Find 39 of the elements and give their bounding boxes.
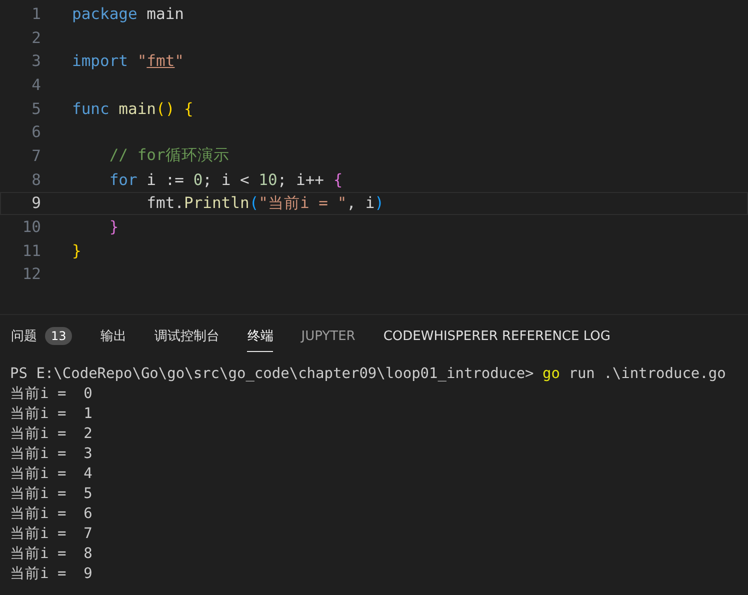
code-line: } [72, 242, 82, 260]
code-line: // for循环演示 [108, 145, 230, 166]
line-number: 5 [30, 100, 41, 118]
line-number: 12 [21, 265, 41, 284]
panel-tab[interactable]: 问题 13 [11, 323, 72, 352]
terminal-output-line: 当前i = 2 [10, 425, 94, 444]
line-number: 8 [30, 170, 41, 189]
terminal-output-line: 当前i = 5 [10, 485, 94, 504]
count-badge: 13 [45, 327, 72, 345]
line-number: 3 [30, 52, 41, 70]
code-line: import "fmt" [72, 52, 184, 70]
code-line: fmt.Println("当前i = ", i) [146, 192, 384, 214]
panel-tab[interactable]: 输出 [100, 323, 126, 352]
line-number: 4 [30, 76, 41, 94]
panel-tab[interactable]: JUPYTER [301, 323, 356, 352]
line-number: 10 [21, 218, 41, 236]
line-number: 6 [30, 123, 41, 142]
panel-tab[interactable]: 调试控制台 [154, 323, 220, 352]
code-line: for i := 0; i < 10; i++ { [108, 170, 343, 189]
terminal-output-line: 当前i = 6 [10, 505, 94, 524]
code-line: } [108, 218, 119, 236]
line-number: 9 [30, 194, 41, 212]
panel-tab[interactable]: CODEWHISPERER REFERENCE LOG [383, 323, 610, 352]
code-line: func main() { [72, 100, 194, 118]
terminal-output-line: 当前i = 1 [10, 405, 94, 424]
panel-tab[interactable]: 终端 [247, 323, 274, 352]
terminal-output-line: 当前i = 3 [10, 445, 94, 464]
code-line: package main [72, 4, 184, 23]
terminal-output-line: 当前i = 4 [10, 465, 94, 484]
terminal-output-line: 当前i = 8 [10, 545, 94, 564]
line-number: 11 [21, 242, 41, 260]
terminal-output-line: 当前i = 7 [10, 525, 94, 544]
terminal-command-line: PS E:\CodeRepo\Go\go\src\go_code\chapter09\loop01_introduce> go run .\introduce.go [10, 365, 727, 384]
code-editor[interactable]: 1 package main 2 3 import "fmt" 4 5 func main() { 6 7 // for循环演示 8 for i := 0; i < 10; i++ { 9 fmt.Println("当前i = ", i) 10 } 11 } 12 [0, 0, 748, 314]
line-number: 2 [30, 28, 41, 47]
terminal-output-line: 当前i = 9 [10, 565, 94, 584]
line-number: 1 [30, 4, 41, 23]
line-number: 7 [30, 146, 41, 165]
terminal-output-line: 当前i = 0 [10, 385, 94, 404]
